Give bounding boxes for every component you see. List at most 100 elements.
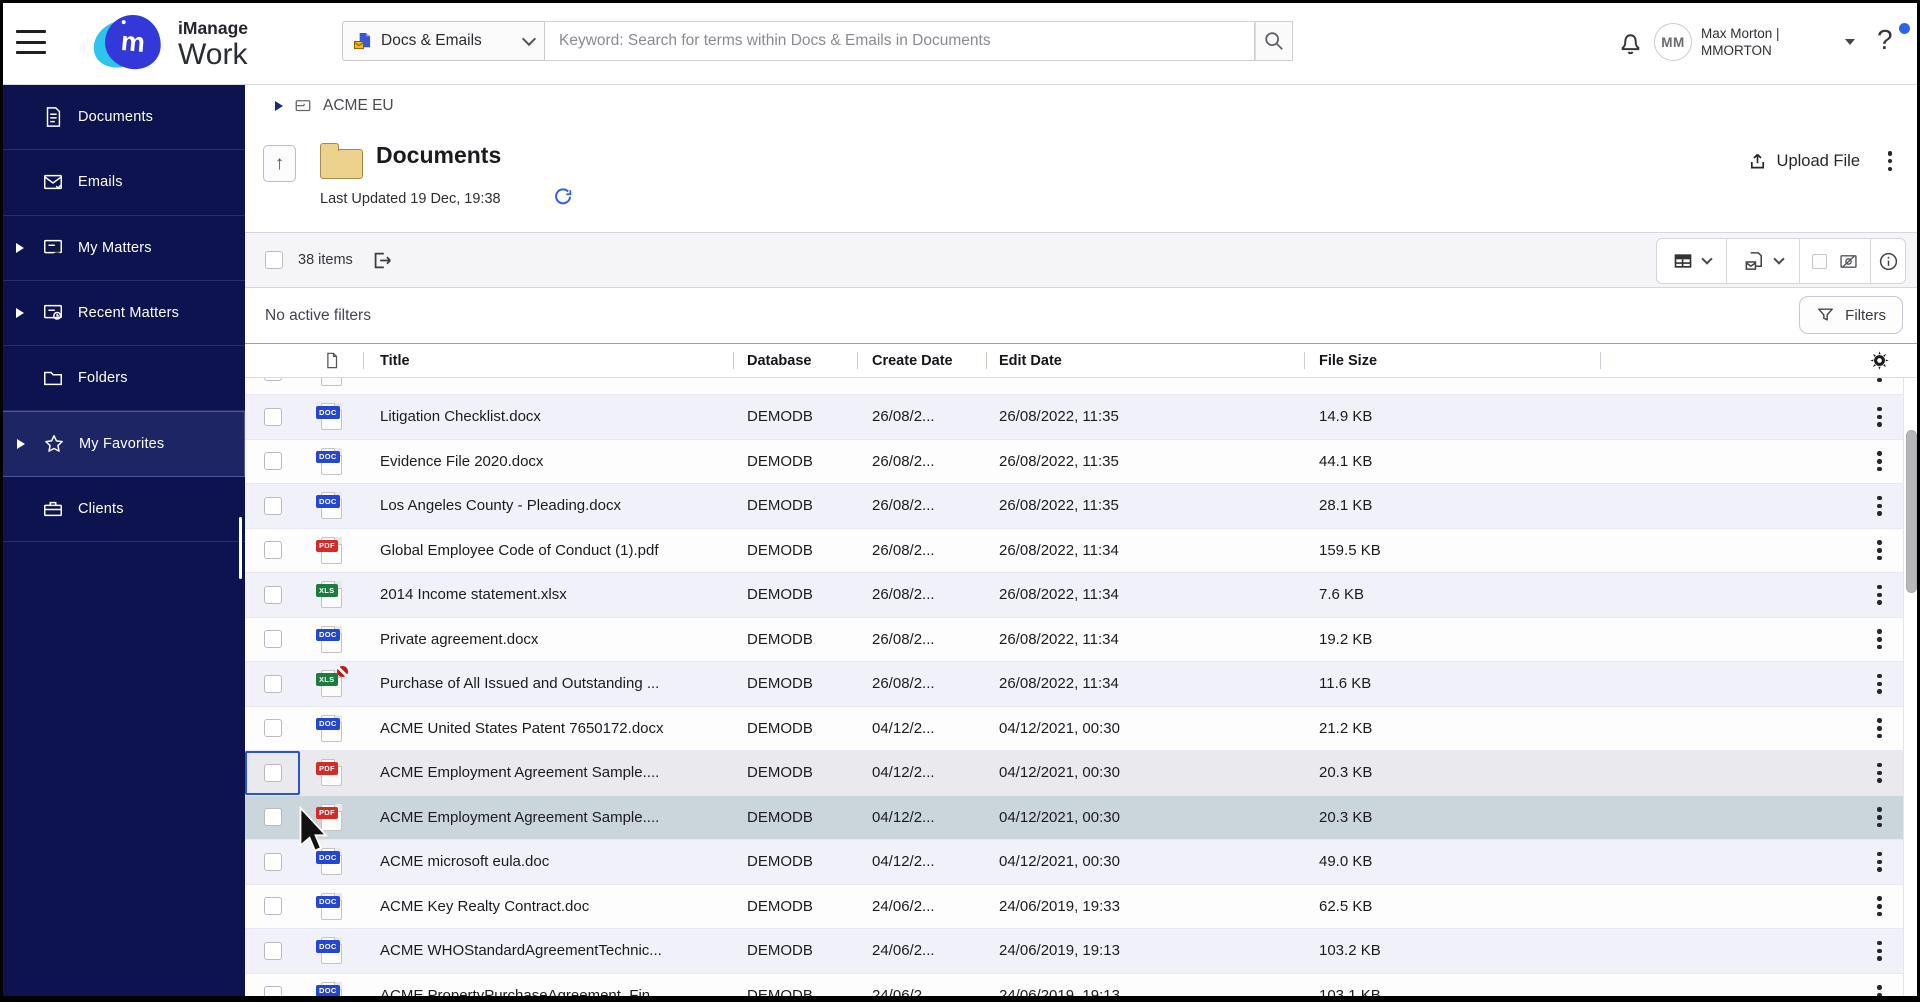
info-button[interactable] — [1870, 239, 1905, 283]
table-row[interactable]: DOC ACME PropertyPurchaseAgreement_Fin..… — [245, 973, 1904, 1002]
preview-mode-dropdown[interactable] — [1726, 239, 1798, 283]
column-database[interactable]: Database — [733, 344, 857, 377]
column-settings-button[interactable] — [1855, 344, 1904, 377]
column-file-size[interactable]: File Size — [1304, 344, 1600, 377]
row-menu-button[interactable] — [1855, 885, 1904, 929]
navigate-up-button[interactable]: ↑ — [263, 145, 296, 182]
row-menu-button[interactable] — [1855, 751, 1904, 795]
column-title[interactable]: Title — [363, 344, 733, 377]
document-title[interactable] — [363, 378, 733, 394]
vertical-scrollbar[interactable] — [1906, 430, 1917, 593]
row-checkbox[interactable] — [263, 719, 282, 738]
sidebar-scrollbar[interactable] — [239, 517, 242, 579]
row-checkbox[interactable] — [263, 897, 282, 916]
sidebar-item-folders[interactable]: Folders — [0, 346, 245, 412]
row-menu-button[interactable] — [1855, 395, 1904, 439]
document-title[interactable]: ACME United States Patent 7650172.docx — [363, 707, 733, 751]
sidebar-item-clients[interactable]: Clients — [0, 477, 245, 543]
search-button[interactable] — [1255, 21, 1293, 61]
table-row[interactable]: DOC Litigation Checklist.docx DEMODB 26/… — [245, 395, 1903, 440]
upload-file-button[interactable]: Upload File — [1747, 151, 1860, 172]
row-menu-button[interactable] — [1855, 974, 1904, 1002]
document-title[interactable]: Litigation Checklist.docx — [363, 395, 733, 439]
hamburger-menu-icon[interactable] — [16, 30, 46, 54]
table-row[interactable]: XLS Purchase of All Issued and Outstandi… — [245, 662, 1903, 707]
document-title[interactable]: Evidence File 2020.docx — [363, 440, 733, 484]
column-create-date[interactable]: Create Date — [857, 344, 986, 377]
sidebar-item-emails[interactable]: Emails — [0, 150, 245, 216]
row-menu-button[interactable] — [1855, 378, 1904, 394]
search-input[interactable] — [545, 22, 1254, 60]
row-checkbox[interactable] — [263, 986, 282, 1002]
export-icon[interactable] — [371, 249, 393, 271]
row-menu-button[interactable] — [1855, 618, 1904, 662]
help-button[interactable]: ? — [1877, 24, 1893, 56]
row-menu-button[interactable] — [1855, 840, 1904, 884]
expand-arrow-icon[interactable] — [16, 308, 42, 318]
document-title[interactable]: Private agreement.docx — [363, 618, 733, 662]
table-row[interactable]: DOC ACME microsoft eula.doc DEMODB 04/12… — [245, 840, 1903, 885]
bell-icon[interactable] — [1616, 27, 1645, 58]
filters-button[interactable]: Filters — [1799, 296, 1903, 334]
row-checkbox[interactable] — [263, 496, 282, 515]
expand-arrow-icon[interactable] — [17, 439, 43, 449]
imanage-logo[interactable]: m — [88, 12, 169, 73]
column-edit-date[interactable]: Edit Date — [986, 344, 1304, 377]
table-row[interactable]: DOC Los Angeles County - Pleading.docx D… — [245, 484, 1903, 529]
row-checkbox[interactable] — [263, 585, 282, 604]
row-checkbox[interactable] — [263, 541, 282, 560]
table-row[interactable]: PDF ACME Employment Agreement Sample....… — [245, 751, 1903, 796]
document-title[interactable]: ACME PropertyPurchaseAgreement_Fin... — [363, 974, 733, 1002]
row-menu-button[interactable] — [1855, 707, 1904, 751]
document-title[interactable]: ACME Employment Agreement Sample.... — [363, 751, 733, 795]
breadcrumb[interactable]: ACME EU — [275, 97, 394, 115]
preview-checkbox[interactable] — [1811, 253, 1827, 269]
search-scope-dropdown[interactable]: Docs & Emails — [342, 21, 545, 61]
sidebar-item-my-matters[interactable]: My Matters — [0, 216, 245, 281]
table-row[interactable]: DOC ACME Key Realty Contract.doc DEMODB … — [245, 884, 1904, 929]
avatar[interactable]: MM — [1654, 23, 1692, 61]
document-title[interactable]: ACME Key Realty Contract.doc — [363, 885, 733, 929]
preview-toggle[interactable] — [1798, 239, 1870, 283]
table-row[interactable]: PDF Global Employee Code of Conduct (1).… — [245, 528, 1904, 573]
row-checkbox[interactable] — [263, 763, 282, 782]
row-checkbox[interactable] — [263, 407, 282, 426]
document-title[interactable]: Los Angeles County - Pleading.docx — [363, 484, 733, 528]
document-title[interactable]: Purchase of All Issued and Outstanding .… — [363, 662, 733, 706]
row-menu-button[interactable] — [1855, 484, 1904, 528]
row-checkbox[interactable] — [263, 852, 282, 871]
row-checkbox[interactable] — [263, 452, 282, 471]
row-menu-button[interactable] — [1855, 529, 1904, 573]
row-menu-button[interactable] — [1855, 440, 1904, 484]
row-menu-button[interactable] — [1855, 796, 1904, 840]
refresh-icon[interactable] — [553, 188, 574, 209]
table-row[interactable]: DOC ACME WHOStandardAgreementTechnic... … — [245, 929, 1903, 974]
sidebar-item-documents[interactable]: Documents — [0, 85, 245, 151]
document-title[interactable]: 2014 Income statement.xlsx — [363, 573, 733, 617]
table-row[interactable]: PDF ACME Employment Agreement Sample....… — [245, 795, 1904, 840]
select-all-checkbox[interactable] — [265, 251, 283, 269]
row-checkbox[interactable] — [263, 378, 282, 382]
row-menu-button[interactable] — [1855, 573, 1904, 617]
row-menu-button[interactable] — [1855, 929, 1904, 973]
row-checkbox[interactable] — [263, 808, 282, 827]
document-title[interactable]: ACME WHOStandardAgreementTechnic... — [363, 929, 733, 973]
sidebar-item-recent-matters[interactable]: Recent Matters — [0, 281, 245, 347]
row-checkbox[interactable] — [263, 941, 282, 960]
table-row[interactable]: DOC Evidence File 2020.docx DEMODB 26/08… — [245, 439, 1904, 484]
row-checkbox[interactable] — [263, 630, 282, 649]
table-row[interactable]: DOC Private agreement.docx DEMODB 26/08/… — [245, 617, 1904, 662]
sidebar-item-my-favorites[interactable]: My Favorites — [0, 411, 245, 477]
table-row[interactable]: DOC ACME United States Patent 7650172.do… — [245, 706, 1904, 751]
table-row[interactable]: XLS 2014 Income statement.xlsx DEMODB 26… — [245, 573, 1903, 618]
document-title[interactable]: ACME microsoft eula.doc — [363, 840, 733, 884]
header-menu-button[interactable] — [1887, 151, 1892, 172]
breadcrumb-expand-icon[interactable] — [275, 101, 283, 111]
document-title[interactable]: Global Employee Code of Conduct (1).pdf — [363, 529, 733, 573]
document-title[interactable]: ACME Employment Agreement Sample.... — [363, 796, 733, 840]
row-menu-button[interactable] — [1855, 662, 1904, 706]
row-checkbox[interactable] — [263, 674, 282, 693]
table-row[interactable]: DOC — [245, 378, 1903, 395]
user-menu-caret-icon[interactable] — [1845, 39, 1855, 45]
table-view-dropdown[interactable] — [1657, 239, 1726, 283]
